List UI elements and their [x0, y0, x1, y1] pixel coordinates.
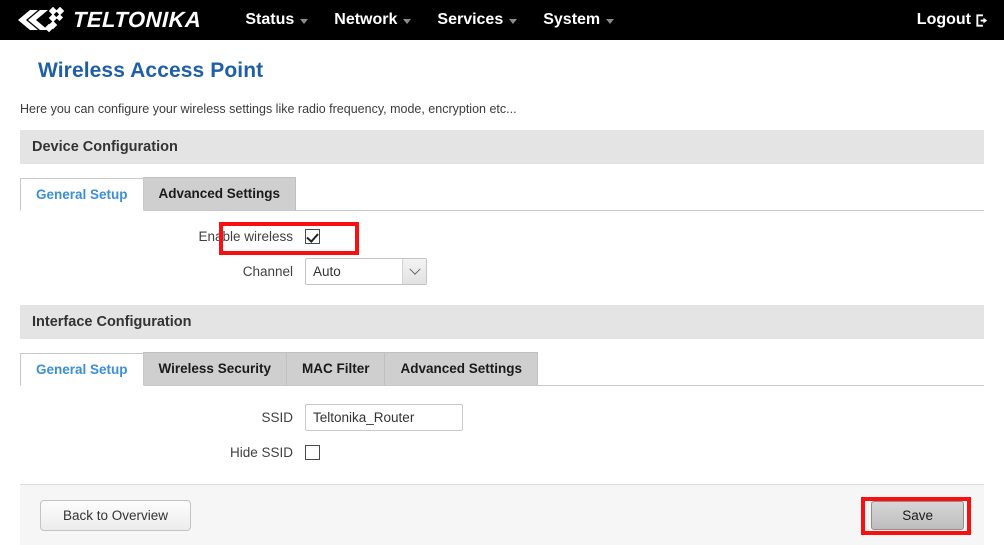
- ssid-row: SSID: [20, 404, 984, 431]
- channel-label: Channel: [20, 264, 305, 279]
- device-configuration-form: Enable wireless Channel Auto: [20, 229, 984, 285]
- hide-ssid-checkbox[interactable]: [305, 445, 320, 460]
- enable-wireless-checkbox[interactable]: [305, 229, 320, 244]
- nav-item-system-label: System: [543, 0, 600, 40]
- logout-label: Logout: [917, 11, 971, 29]
- logout-exit-icon: [975, 13, 990, 28]
- device-configuration-tabs: General Setup Advanced Settings: [20, 178, 984, 211]
- top-navigation-bar: TELTONIKA Status Network Services System…: [0, 0, 1004, 40]
- tab-interface-advanced-settings[interactable]: Advanced Settings: [384, 352, 538, 385]
- nav-item-services-label: Services: [437, 0, 503, 40]
- hide-ssid-row: Hide SSID: [20, 445, 984, 460]
- tab-interface-general-setup[interactable]: General Setup: [20, 353, 144, 386]
- nav-item-status-label: Status: [245, 0, 294, 40]
- logout-button[interactable]: Logout: [917, 0, 990, 40]
- enable-wireless-row: Enable wireless: [20, 229, 984, 244]
- caret-down-icon: [606, 19, 614, 24]
- save-button[interactable]: Save: [871, 501, 964, 530]
- ssid-label: SSID: [20, 410, 305, 425]
- hide-ssid-label: Hide SSID: [20, 445, 305, 460]
- interface-configuration-form: SSID Hide SSID: [20, 404, 984, 460]
- tab-wireless-security[interactable]: Wireless Security: [143, 352, 287, 385]
- caret-down-icon: [300, 19, 308, 24]
- nav-item-network-label: Network: [334, 0, 397, 40]
- brand-logo[interactable]: TELTONIKA: [16, 0, 201, 40]
- channel-row: Channel Auto: [20, 258, 984, 285]
- page-description: Here you can configure your wireless set…: [20, 102, 984, 116]
- brand-name: TELTONIKA: [73, 9, 202, 31]
- ssid-control: [305, 404, 463, 431]
- tab-mac-filter[interactable]: MAC Filter: [286, 352, 386, 385]
- tab-device-advanced-settings[interactable]: Advanced Settings: [143, 177, 297, 210]
- page-title: Wireless Access Point: [38, 59, 984, 83]
- app-window: TELTONIKA Status Network Services System…: [0, 0, 1004, 545]
- device-configuration-header: Device Configuration: [20, 130, 984, 164]
- nav-item-system[interactable]: System: [543, 0, 614, 40]
- main-menu: Status Network Services System: [245, 0, 614, 40]
- interface-configuration-tabs: General Setup Wireless Security MAC Filt…: [20, 353, 984, 386]
- nav-item-status[interactable]: Status: [245, 0, 308, 40]
- form-footer: Back to Overview Save: [20, 484, 984, 545]
- nav-item-services[interactable]: Services: [437, 0, 517, 40]
- caret-down-icon: [509, 19, 517, 24]
- page-content: Wireless Access Point Here you can confi…: [0, 59, 1004, 460]
- hide-ssid-control: [305, 445, 320, 460]
- nav-item-network[interactable]: Network: [334, 0, 411, 40]
- enable-wireless-control: [305, 229, 320, 244]
- back-to-overview-button[interactable]: Back to Overview: [40, 500, 191, 531]
- caret-down-icon: [403, 19, 411, 24]
- ssid-input[interactable]: [305, 404, 463, 431]
- channel-control: Auto: [305, 258, 427, 285]
- channel-select[interactable]: Auto: [305, 258, 427, 285]
- enable-wireless-label: Enable wireless: [20, 229, 305, 244]
- interface-configuration-header: Interface Configuration: [20, 305, 984, 339]
- tab-device-general-setup[interactable]: General Setup: [20, 178, 144, 211]
- teltonika-chevrons-logo-icon: [16, 7, 72, 33]
